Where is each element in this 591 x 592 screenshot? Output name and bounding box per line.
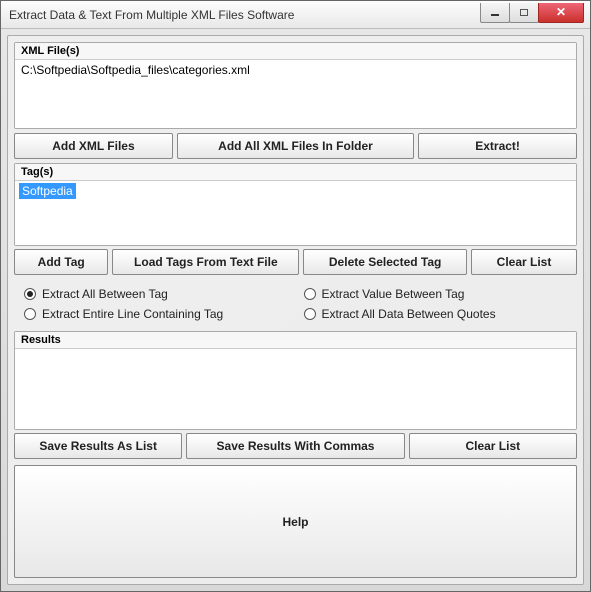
- minimize-icon: [491, 14, 499, 16]
- app-window: Extract Data & Text From Multiple XML Fi…: [0, 0, 591, 592]
- list-item[interactable]: C:\Softpedia\Softpedia_files\categories.…: [19, 62, 572, 78]
- tags-group: Tag(s) Softpedia: [14, 163, 577, 246]
- radio-extract-entire-line[interactable]: Extract Entire Line Containing Tag: [24, 307, 288, 321]
- minimize-button[interactable]: [480, 3, 510, 23]
- help-button[interactable]: Help: [14, 465, 577, 578]
- load-tags-button[interactable]: Load Tags From Text File: [112, 249, 299, 275]
- clear-tags-button[interactable]: Clear List: [471, 249, 577, 275]
- tags-listbox[interactable]: Softpedia: [15, 181, 576, 245]
- radio-dot-icon: [304, 288, 316, 300]
- files-group-label: XML File(s): [15, 43, 576, 60]
- client-area: XML File(s) C:\Softpedia\Softpedia_files…: [7, 35, 584, 585]
- results-group-label: Results: [15, 332, 576, 349]
- delete-tag-button[interactable]: Delete Selected Tag: [303, 249, 467, 275]
- results-button-row: Save Results As List Save Results With C…: [14, 430, 577, 461]
- clear-results-button[interactable]: Clear List: [409, 433, 577, 459]
- save-results-list-button[interactable]: Save Results As List: [14, 433, 182, 459]
- radio-label: Extract All Between Tag: [42, 287, 168, 301]
- radio-extract-all-between[interactable]: Extract All Between Tag: [24, 287, 288, 301]
- add-xml-files-button[interactable]: Add XML Files: [14, 133, 173, 159]
- radio-dot-icon: [304, 308, 316, 320]
- results-listbox[interactable]: [15, 349, 576, 429]
- add-tag-button[interactable]: Add Tag: [14, 249, 108, 275]
- files-button-row: Add XML Files Add All XML Files In Folde…: [14, 129, 577, 161]
- window-controls: ✕: [481, 3, 590, 23]
- maximize-icon: [520, 9, 528, 16]
- radio-extract-value-between[interactable]: Extract Value Between Tag: [304, 287, 568, 301]
- files-group: XML File(s) C:\Softpedia\Softpedia_files…: [14, 42, 577, 129]
- tags-group-label: Tag(s): [15, 164, 576, 181]
- list-item[interactable]: Softpedia: [19, 183, 76, 199]
- radio-label: Extract Entire Line Containing Tag: [42, 307, 223, 321]
- radio-label: Extract All Data Between Quotes: [322, 307, 496, 321]
- radio-extract-quotes[interactable]: Extract All Data Between Quotes: [304, 307, 568, 321]
- add-folder-button[interactable]: Add All XML Files In Folder: [177, 133, 414, 159]
- radio-dot-icon: [24, 288, 36, 300]
- maximize-button[interactable]: [509, 3, 539, 23]
- radio-label: Extract Value Between Tag: [322, 287, 465, 301]
- tags-button-row: Add Tag Load Tags From Text File Delete …: [14, 246, 577, 277]
- titlebar[interactable]: Extract Data & Text From Multiple XML Fi…: [1, 1, 590, 29]
- files-listbox[interactable]: C:\Softpedia\Softpedia_files\categories.…: [15, 60, 576, 128]
- save-results-commas-button[interactable]: Save Results With Commas: [186, 433, 404, 459]
- close-icon: ✕: [556, 5, 566, 19]
- window-title: Extract Data & Text From Multiple XML Fi…: [9, 8, 481, 22]
- radio-dot-icon: [24, 308, 36, 320]
- extract-button[interactable]: Extract!: [418, 133, 577, 159]
- close-button[interactable]: ✕: [538, 3, 584, 23]
- extract-options: Extract All Between Tag Extract Value Be…: [14, 279, 577, 331]
- results-group: Results: [14, 331, 577, 430]
